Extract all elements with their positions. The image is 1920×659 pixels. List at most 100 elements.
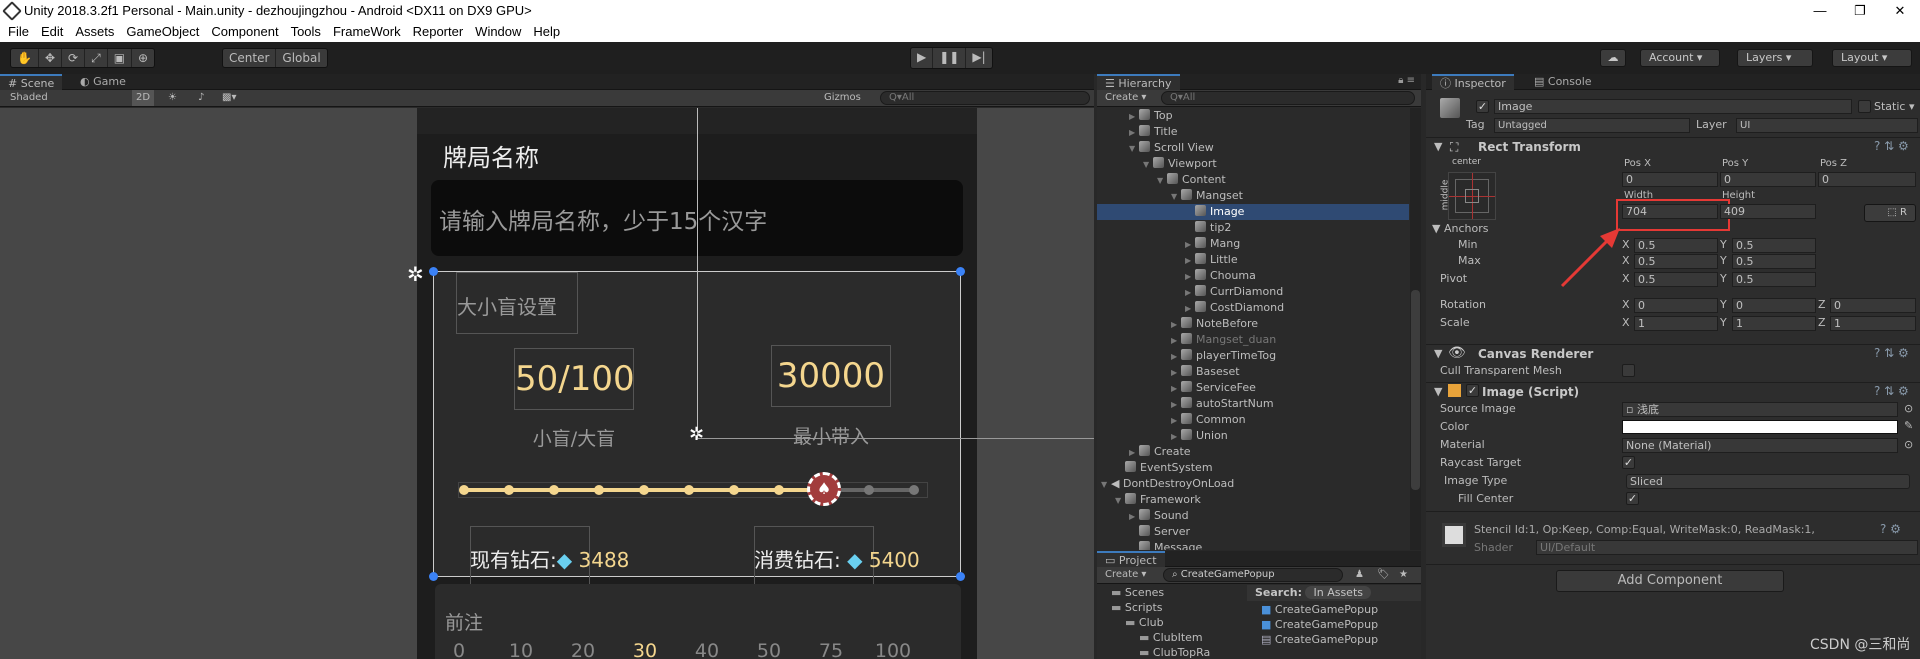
expand-arrow-icon[interactable]: ▼ [1171,189,1181,205]
expand-arrow-icon[interactable]: ▶ [1171,349,1181,365]
hierarchy-create-button[interactable]: Create ▾ [1105,90,1146,106]
project-search-result[interactable]: ▤ CreateGamePopup [1261,632,1378,648]
slider-step[interactable] [549,485,559,495]
tab-game[interactable]: ◐ Game [72,74,134,90]
lighting-toggle-icon[interactable]: ☀ [168,90,177,106]
hierarchy-item[interactable]: ▼ Viewport [1097,156,1409,172]
gizmos-dropdown[interactable]: Gizmos [824,90,861,106]
tab-scene[interactable]: # Scene [0,74,63,90]
color-field[interactable] [1622,420,1898,434]
expand-arrow-icon[interactable]: ▶ [1171,413,1181,429]
hierarchy-item[interactable]: ▶ autoStartNum [1097,396,1409,412]
tab-project[interactable]: ▭ Project [1097,551,1165,567]
slider-step[interactable] [684,485,694,495]
cloud-button[interactable]: ☁ [1600,49,1626,67]
expand-arrow-icon[interactable]: ▶ [1171,397,1181,413]
expand-arrow-icon[interactable]: ▶ [1129,445,1139,461]
expand-arrow-icon[interactable]: ▶ [1185,301,1195,317]
collapse-arrow-icon[interactable]: ▼ [1434,385,1442,398]
ante-option[interactable]: 0 [439,640,479,659]
min-y-field[interactable]: 0.5 [1732,238,1816,253]
hierarchy-item[interactable]: ▶ playerTimeTog [1097,348,1409,364]
object-name-field[interactable]: Image [1494,99,1852,114]
source-image-field[interactable]: ▫ 浅底 [1622,402,1898,417]
ante-option[interactable]: 20 [563,640,603,659]
shading-dropdown[interactable]: Shaded [10,90,48,106]
search-scope-toggle[interactable]: In Assets [1305,586,1371,599]
hierarchy-item[interactable]: ▶ Top [1097,108,1409,124]
account-dropdown[interactable]: Account ▾ [1640,49,1720,67]
menu-gameobject[interactable]: GameObject [126,22,199,42]
slider-step[interactable] [729,485,739,495]
expand-arrow-icon[interactable]: ▶ [1129,109,1139,125]
scrollbar-thumb[interactable] [1411,290,1420,490]
rect-tool-icon[interactable]: ▣ [108,49,133,67]
object-picker-icon[interactable]: ⊙ [1904,402,1913,415]
scene-search-input[interactable]: Q▾All [880,91,1090,105]
effects-toggle-icon[interactable]: ▩▾ [222,90,236,106]
project-search-result[interactable]: ■ CreateGamePopup [1261,617,1378,633]
eyedropper-icon[interactable]: ✎ [1904,419,1913,432]
layout-dropdown[interactable]: Layout ▾ [1832,49,1912,67]
slider-step[interactable] [459,485,469,495]
hierarchy-item[interactable]: tip2 [1097,220,1409,236]
hierarchy-item[interactable]: ▼ Framework [1097,492,1409,508]
play-button[interactable]: ▶ [911,48,934,68]
tab-console[interactable]: ▤ Console [1526,74,1600,90]
slider-step[interactable] [639,485,649,495]
tab-inspector[interactable]: ⓘ Inspector [1432,74,1514,90]
hierarchy-item[interactable]: ▶ Create [1097,444,1409,460]
ante-option[interactable]: 40 [687,640,727,659]
hierarchy-item[interactable]: ▶ Union [1097,428,1409,444]
component-icons[interactable]: ? ⚙ [1880,522,1901,536]
blind-slider[interactable]: ♠ [458,472,928,506]
transform-tool-icon[interactable]: ⊕ [132,49,154,67]
slider-step[interactable] [774,485,784,495]
hierarchy-item[interactable]: Server [1097,524,1409,540]
active-checkbox[interactable]: ✓ [1476,100,1489,113]
hierarchy-search-input[interactable]: Q▾All [1161,91,1415,105]
scale-z-field[interactable]: 1 [1830,316,1916,331]
favorite-icon[interactable]: ★ [1399,567,1408,583]
expand-arrow-icon[interactable]: ▶ [1185,253,1195,269]
hierarchy-item[interactable]: ▶ Title [1097,124,1409,140]
step-button[interactable]: ▶| [966,48,991,68]
menu-component[interactable]: Component [211,22,278,42]
minimize-button[interactable]: — [1800,0,1840,22]
hierarchy-item[interactable]: ▶ CurrDiamond [1097,284,1409,300]
pivot-gizmo-icon[interactable]: ✲ [407,262,424,286]
pivot-global-button[interactable]: Global [276,49,326,67]
scale-y-field[interactable]: 1 [1732,316,1816,331]
anchor-presets-button[interactable] [1448,172,1496,220]
expand-arrow-icon[interactable]: ▶ [1171,365,1181,381]
hierarchy-scrollbar[interactable] [1410,108,1421,550]
project-folder[interactable]: ▬ Scenes [1111,585,1164,601]
hand-tool-icon[interactable]: ✋ [11,49,39,67]
slider-step[interactable] [909,485,919,495]
expand-arrow-icon[interactable]: ▶ [1171,429,1181,445]
pause-button[interactable]: ❚❚ [933,48,967,68]
panel-menu-icon[interactable]: 🔒︎ ≡ [1398,75,1415,86]
menu-assets[interactable]: Assets [75,22,114,42]
pivot-x-field[interactable]: 0.5 [1634,272,1718,287]
project-folder[interactable]: ▬ ClubItem [1139,630,1203,646]
project-search-input[interactable]: ⌕ CreateGamePopup [1163,568,1343,582]
pos-x-field[interactable]: 0 [1622,172,1718,187]
menu-edit[interactable]: Edit [41,22,63,42]
expand-arrow-icon[interactable]: ▶ [1129,509,1139,525]
pivot-y-field[interactable]: 0.5 [1732,272,1816,287]
layer-dropdown[interactable]: UI [1736,118,1918,133]
static-checkbox[interactable] [1858,100,1871,113]
expand-arrow-icon[interactable]: ▼ [1129,141,1139,157]
blueprint-raw-buttons[interactable]: ⬚ R [1864,204,1916,222]
rotate-tool-icon[interactable]: ⟳ [62,49,86,67]
ante-option[interactable]: 10 [501,640,541,659]
rect-handle[interactable] [429,572,438,581]
slider-step[interactable] [504,485,514,495]
tag-dropdown[interactable]: Untagged [1494,118,1690,133]
menu-tools[interactable]: Tools [291,22,321,42]
ante-option[interactable]: 30 [625,640,665,659]
move-tool-icon[interactable]: ✥ [39,49,63,67]
hierarchy-item[interactable]: ▶ Little [1097,252,1409,268]
tab-hierarchy[interactable]: ☰ Hierarchy [1097,74,1180,90]
